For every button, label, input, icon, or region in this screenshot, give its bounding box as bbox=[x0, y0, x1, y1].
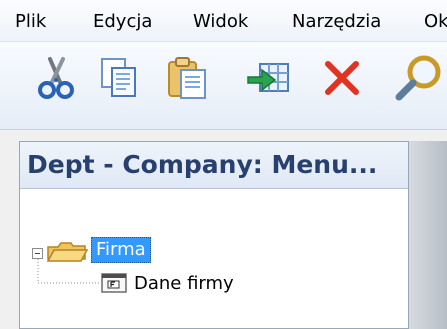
scissors-icon bbox=[38, 57, 74, 99]
delete-button[interactable] bbox=[318, 54, 366, 102]
paste-icon bbox=[168, 57, 206, 99]
search-icon bbox=[395, 55, 441, 101]
form-icon bbox=[101, 273, 127, 293]
application-window: Plik Edycja Widok Narzędzia Ok Dept - Co… bbox=[0, 0, 447, 329]
menu-bar: Plik Edycja Widok Narzędzia Ok bbox=[0, 0, 447, 42]
export-button[interactable] bbox=[245, 54, 293, 102]
panel-header: Dept - Company: Menu... bbox=[20, 142, 408, 189]
search-button[interactable] bbox=[385, 54, 447, 102]
export-icon bbox=[247, 63, 289, 92]
panel-title: Dept - Company: Menu... bbox=[27, 150, 378, 179]
copy-button[interactable] bbox=[95, 54, 143, 102]
company-tree: Firma Dane firmy bbox=[20, 189, 408, 328]
menu-narzedzia[interactable]: Narzędzia bbox=[292, 11, 381, 32]
copy-icon bbox=[101, 58, 136, 97]
toolbar bbox=[0, 42, 447, 130]
menu-edycja[interactable]: Edycja bbox=[93, 11, 152, 32]
right-panel-edge bbox=[409, 141, 447, 329]
delete-icon bbox=[325, 61, 359, 95]
tree-item-firma[interactable]: Firma bbox=[91, 237, 151, 263]
collapse-toggle[interactable] bbox=[32, 248, 43, 259]
open-folder-icon bbox=[46, 242, 88, 262]
menu-widok[interactable]: Widok bbox=[193, 11, 248, 32]
menu-ok[interactable]: Ok bbox=[424, 11, 447, 32]
cut-button[interactable] bbox=[32, 54, 80, 102]
tree-item-dane-firmy[interactable]: Dane firmy bbox=[134, 271, 234, 297]
paste-button[interactable] bbox=[163, 54, 211, 102]
tree-panel: Dept - Company: Menu... Firma Dane firmy bbox=[19, 141, 409, 329]
menu-plik[interactable]: Plik bbox=[15, 11, 46, 32]
